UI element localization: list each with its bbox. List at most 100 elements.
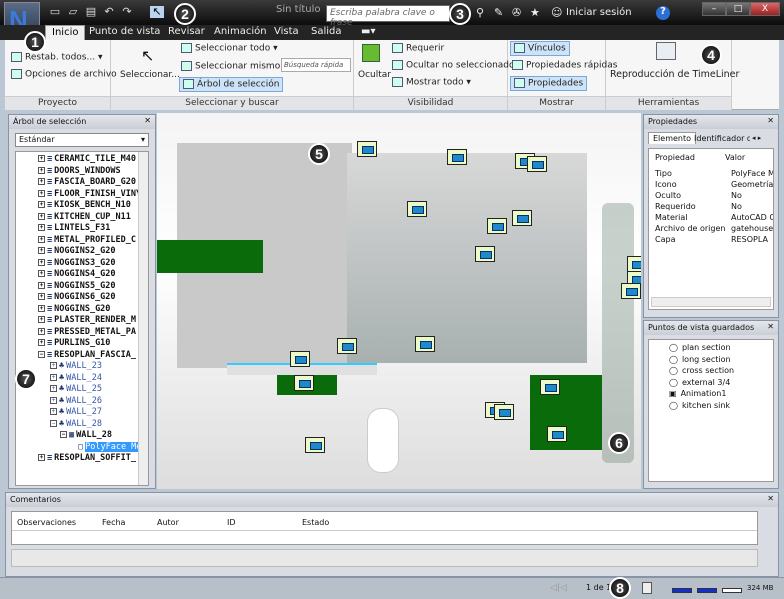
close-button[interactable]: X xyxy=(750,2,780,16)
propiedades-button[interactable]: Propiedades xyxy=(510,76,588,91)
ocultar-button[interactable]: Ocultar xyxy=(358,70,391,80)
column-header[interactable]: Observaciones xyxy=(17,518,76,527)
column-header[interactable]: Autor xyxy=(157,518,179,527)
minimize-button[interactable]: – xyxy=(702,2,726,16)
arbol-seleccion-button[interactable]: Árbol de selección xyxy=(179,77,284,92)
tree-item[interactable]: − ▦ WALL_28 xyxy=(38,430,148,442)
star-icon[interactable]: ★ xyxy=(530,6,540,19)
link-marker-icon[interactable] xyxy=(357,141,377,157)
column-header[interactable]: ID xyxy=(227,518,236,527)
tree-item[interactable]: + ≡ NOGGINS6_G20 xyxy=(38,292,148,304)
tree-item[interactable]: + ♣ WALL_26 xyxy=(38,396,148,408)
link-marker-icon[interactable] xyxy=(621,283,641,299)
ocultar-no-seleccionados-button[interactable]: Ocultar no seleccionados xyxy=(392,60,519,71)
tab-extra-icon[interactable]: ▬▾ xyxy=(355,25,381,40)
tab-elemento[interactable]: Elemento xyxy=(648,132,697,144)
link-marker-icon[interactable] xyxy=(527,156,547,172)
viewpoint-item[interactable]: ◯ kitchen sink xyxy=(669,401,773,413)
viewpoint-item[interactable]: ◯ external 3/4 xyxy=(669,378,773,390)
link-marker-icon[interactable] xyxy=(407,201,427,217)
timeliner-button[interactable]: Reproducción de TimeLiner xyxy=(610,69,739,80)
tab-identificador[interactable]: Identificador d xyxy=(694,134,750,143)
undo-icon[interactable]: ↶ xyxy=(102,6,116,18)
viewpoint-item[interactable]: ◯ long section xyxy=(669,355,773,367)
tree-item[interactable]: + ≡ NOGGINS5_G20 xyxy=(38,281,148,293)
tree-item[interactable]: + ♣ WALL_27 xyxy=(38,407,148,419)
tab-animacion[interactable]: Animación xyxy=(208,25,273,40)
previous-page-icon[interactable]: ◁|◁ xyxy=(550,583,567,593)
busqueda-rapida-input[interactable]: Búsqueda rápida xyxy=(281,58,351,72)
tree-item[interactable]: + ≡ KIOSK_BENCH_N10 xyxy=(38,200,148,212)
viewpoint-item[interactable]: ◯ plan section xyxy=(669,343,773,355)
vertical-scrollbar[interactable] xyxy=(138,152,148,485)
tree-item[interactable]: + ≡ CERAMIC_TILE_M40 xyxy=(38,154,148,166)
restab-todos-button[interactable]: Restab. todos... ▾ xyxy=(11,52,102,63)
link-marker-icon[interactable] xyxy=(415,336,435,352)
tab-vista[interactable]: Vista xyxy=(268,25,305,40)
link-marker-icon[interactable] xyxy=(487,218,507,234)
close-icon[interactable]: ✕ xyxy=(767,116,774,125)
close-icon[interactable]: ✕ xyxy=(144,116,151,125)
link-marker-icon[interactable] xyxy=(494,404,514,420)
column-header[interactable]: Fecha xyxy=(102,518,125,527)
navigation-bar[interactable] xyxy=(602,203,634,463)
link-marker-icon[interactable] xyxy=(290,351,310,367)
link-marker-icon[interactable] xyxy=(547,426,567,442)
sheet-browser-icon[interactable] xyxy=(642,582,652,594)
tree-item[interactable]: + ♣ WALL_24 xyxy=(38,373,148,385)
link-marker-icon[interactable] xyxy=(540,379,560,395)
viewpoint-item[interactable]: ◯ cross section xyxy=(669,366,773,378)
horizontal-scrollbar[interactable] xyxy=(651,297,771,307)
tab-inicio[interactable]: Inicio xyxy=(45,25,86,40)
vinculos-button[interactable]: Vínculos xyxy=(510,41,570,56)
tree-item[interactable]: + ≡ FLOOR_FINISH_VINY xyxy=(38,189,148,201)
tab-scroll-arrows[interactable]: ◂ ▸ xyxy=(752,134,761,142)
seleccionar-mismo-button[interactable]: Seleccionar mismo ▾ xyxy=(181,61,288,72)
new-icon[interactable]: ▭ xyxy=(48,6,62,18)
link-marker-icon[interactable] xyxy=(447,149,467,165)
open-icon[interactable]: ▱ xyxy=(66,6,80,18)
mostrar-todo-button[interactable]: Mostrar todo ▾ xyxy=(392,77,471,88)
tree-item[interactable]: + ≡ NOGGINS_G20 xyxy=(38,304,148,316)
column-header[interactable]: Estado xyxy=(302,518,329,527)
comment-text-input[interactable] xyxy=(11,549,758,567)
tree-item[interactable]: + ≡ PURLINS_G10 xyxy=(38,338,148,350)
link-marker-icon[interactable] xyxy=(337,338,357,354)
tree-item[interactable]: − ♣ WALL_28 xyxy=(38,419,148,431)
tree-item[interactable]: + ≡ RESOPLAN_SOFFIT_ xyxy=(38,453,148,465)
tab-salida[interactable]: Salida xyxy=(305,25,348,40)
search-input[interactable]: Escriba palabra clave o frase xyxy=(326,5,450,28)
maximize-button[interactable]: □ xyxy=(726,2,750,16)
close-icon[interactable]: ✕ xyxy=(767,322,774,331)
propiedades-rapidas-button[interactable]: Propiedades rápidas xyxy=(512,60,617,71)
wrench-icon[interactable]: ✎ xyxy=(494,6,503,19)
tree-item[interactable]: + ≡ LINTELS_F31 xyxy=(38,223,148,235)
satellite-icon[interactable]: ✇ xyxy=(512,6,521,19)
tree-item[interactable]: + ≡ NOGGINS4_G20 xyxy=(38,269,148,281)
opciones-archivo-button[interactable]: Opciones de archivo xyxy=(11,69,117,80)
seleccionar-button[interactable]: Seleccionar... xyxy=(120,70,180,80)
tree-mode-select[interactable]: Estándar ▾ xyxy=(15,133,149,147)
tree-item[interactable]: + ≡ NOGGINS2_G20 xyxy=(38,246,148,258)
link-marker-icon[interactable] xyxy=(294,375,314,391)
requerir-button[interactable]: Requerir xyxy=(392,43,444,54)
tree-item[interactable]: + ♣ WALL_25 xyxy=(38,384,148,396)
tab-revisar[interactable]: Revisar xyxy=(162,25,211,40)
link-marker-icon[interactable] xyxy=(475,246,495,262)
tree-item[interactable]: + ≡ NOGGINS3_G20 xyxy=(38,258,148,270)
tree-item[interactable]: + ♣ WALL_23 xyxy=(38,361,148,373)
binoculars-icon[interactable]: ⚲ xyxy=(476,6,484,19)
link-marker-icon[interactable] xyxy=(512,210,532,226)
tree-item[interactable]: + ≡ DOORS_WINDOWS xyxy=(38,166,148,178)
redo-icon[interactable]: ↷ xyxy=(120,6,134,18)
tree-item[interactable]: + ≡ METAL_PROFILED_C xyxy=(38,235,148,247)
print-icon[interactable]: ▤ xyxy=(84,6,98,18)
viewpoint-item[interactable]: ▣ Animation1 xyxy=(669,389,773,401)
select-icon[interactable]: ↖ xyxy=(150,6,164,18)
link-marker-icon[interactable] xyxy=(627,256,641,272)
tree-item[interactable]: + ≡ PLASTER_RENDER_M xyxy=(38,315,148,327)
tree-item[interactable]: + ≡ FASCIA_BOARD_G20 xyxy=(38,177,148,189)
3d-viewport[interactable] xyxy=(157,113,641,489)
tree-item[interactable]: − ≡ RESOPLAN_FASCIA_ xyxy=(38,350,148,362)
help-button[interactable]: ? xyxy=(656,6,670,20)
